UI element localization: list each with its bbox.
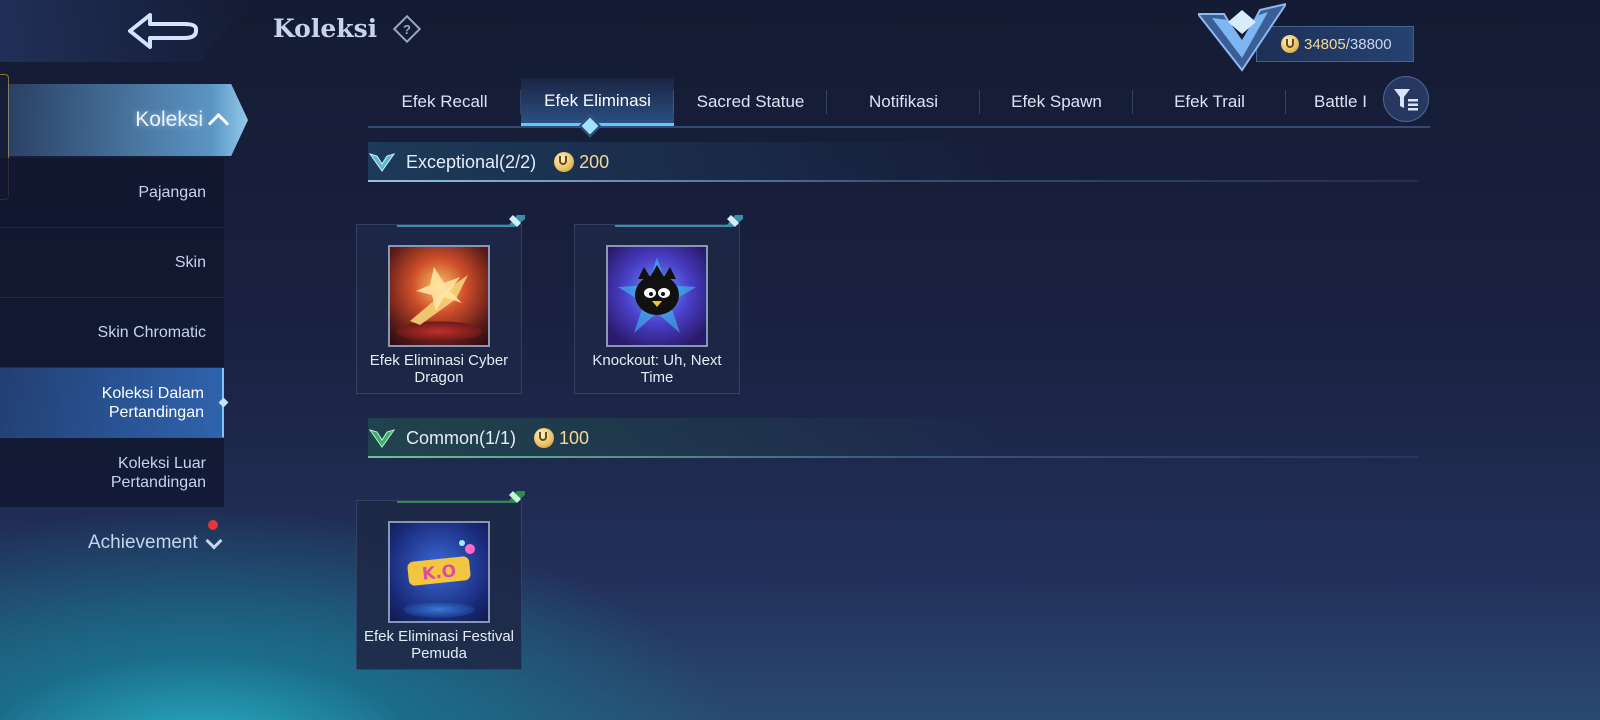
chevron-down-icon <box>205 532 223 550</box>
svg-text:K.O: K.O <box>421 561 457 584</box>
svg-text:?: ? <box>403 22 411 37</box>
sidebar-section-koleksi[interactable]: Koleksi <box>8 84 248 156</box>
sidebar-item-label: Skin Chromatic <box>97 324 206 341</box>
section-cost-value: 200 <box>579 151 610 172</box>
penguin-knockout-icon <box>606 245 708 347</box>
collection-coin-icon <box>534 428 555 448</box>
chevron-up-icon <box>207 112 230 134</box>
points-current: 34805 <box>1304 35 1346 53</box>
tab-notifikasi[interactable]: Notifikasi <box>827 78 980 126</box>
filter-icon <box>1394 89 1418 111</box>
sidebar-item-label: Skin <box>174 254 206 271</box>
card-item-name: Efek Eliminasi Festival Pemuda <box>363 628 515 662</box>
sidebar-item-koleksi-luar-pertandingan[interactable]: Koleksi Luar Pertandingan <box>0 438 224 508</box>
sidebar-item-pajangan[interactable]: Pajangan <box>0 158 224 228</box>
collection-coin-icon <box>554 152 575 172</box>
tab-efek-recall[interactable]: Efek Recall <box>368 78 521 126</box>
card-tier-trim <box>615 215 743 227</box>
tab-label: Battle I <box>1314 92 1367 111</box>
page-title: Koleksi <box>273 14 378 43</box>
notification-dot <box>208 520 218 530</box>
sidebar-item-label: Pajangan <box>138 184 206 201</box>
section-divider <box>368 456 1418 458</box>
cyber-dragon-effect-icon <box>388 245 490 347</box>
common-tier-icon <box>368 429 396 448</box>
category-tabs: Efek Recall Efek Eliminasi Sacred Statue… <box>368 78 1430 128</box>
tab-label: Efek Recall <box>401 92 488 111</box>
collection-card[interactable]: K.O Efek Eliminasi Festival Pemuda <box>356 491 525 670</box>
card-item-name: Efek Eliminasi Cyber Dragon <box>369 352 509 386</box>
card-tier-trim <box>397 491 525 503</box>
exceptional-tier-icon <box>368 153 396 172</box>
help-icon[interactable]: ? <box>392 14 422 44</box>
filter-button[interactable] <box>1383 76 1429 122</box>
section-cost: 100 <box>534 428 589 449</box>
tab-label: Efek Spawn <box>1011 92 1102 111</box>
back-button[interactable] <box>116 6 212 56</box>
sidebar-section-label: Koleksi <box>135 108 203 131</box>
section-divider <box>368 180 1418 182</box>
tab-efek-eliminasi[interactable]: Efek Eliminasi <box>521 78 674 126</box>
tab-efek-trail[interactable]: Efek Trail <box>1133 78 1286 126</box>
tab-label: Notifikasi <box>869 92 938 111</box>
section-header-common: Common(1/1) 100 <box>368 418 1418 458</box>
sidebar-item-label: Koleksi Dalam Pertandingan <box>101 384 204 421</box>
card-item-name: Knockout: Uh, Next Time <box>592 352 722 386</box>
tab-efek-spawn[interactable]: Efek Spawn <box>980 78 1133 126</box>
points-total: 38800 <box>1349 35 1392 53</box>
sidebar-item-skin-chromatic[interactable]: Skin Chromatic <box>0 298 224 368</box>
sidebar-section-achievement[interactable]: Achievement <box>88 532 223 554</box>
sidebar-item-koleksi-dalam-pertandingan[interactable]: Koleksi Dalam Pertandingan <box>0 368 224 438</box>
section-cost: 200 <box>554 152 609 173</box>
section-title: Exceptional(2/2) <box>406 151 537 172</box>
achievement-label: Achievement <box>88 532 198 553</box>
section-title: Common(1/1) <box>406 427 517 448</box>
ko-festival-icon: K.O <box>388 521 490 623</box>
collection-card[interactable]: Efek Eliminasi Cyber Dragon <box>356 215 525 394</box>
collector-rank-emblem-icon[interactable] <box>1198 0 1286 72</box>
collection-card[interactable]: Knockout: Uh, Next Time <box>574 215 743 394</box>
sidebar-list: Pajangan Skin Skin Chromatic Koleksi Dal… <box>0 158 224 508</box>
tab-label: Efek Eliminasi <box>544 90 651 110</box>
tab-sacred-statue[interactable]: Sacred Statue <box>674 78 827 126</box>
section-header-exceptional: Exceptional(2/2) 200 <box>368 142 1418 182</box>
tab-label: Efek Trail <box>1174 92 1245 111</box>
sidebar-item-label: Koleksi Luar Pertandingan <box>110 454 206 491</box>
back-arrow-icon <box>128 13 198 49</box>
sidebar-item-skin[interactable]: Skin <box>0 228 224 298</box>
tab-label: Sacred Statue <box>696 92 805 111</box>
card-tier-trim <box>397 215 525 227</box>
section-cost-value: 100 <box>559 427 590 448</box>
